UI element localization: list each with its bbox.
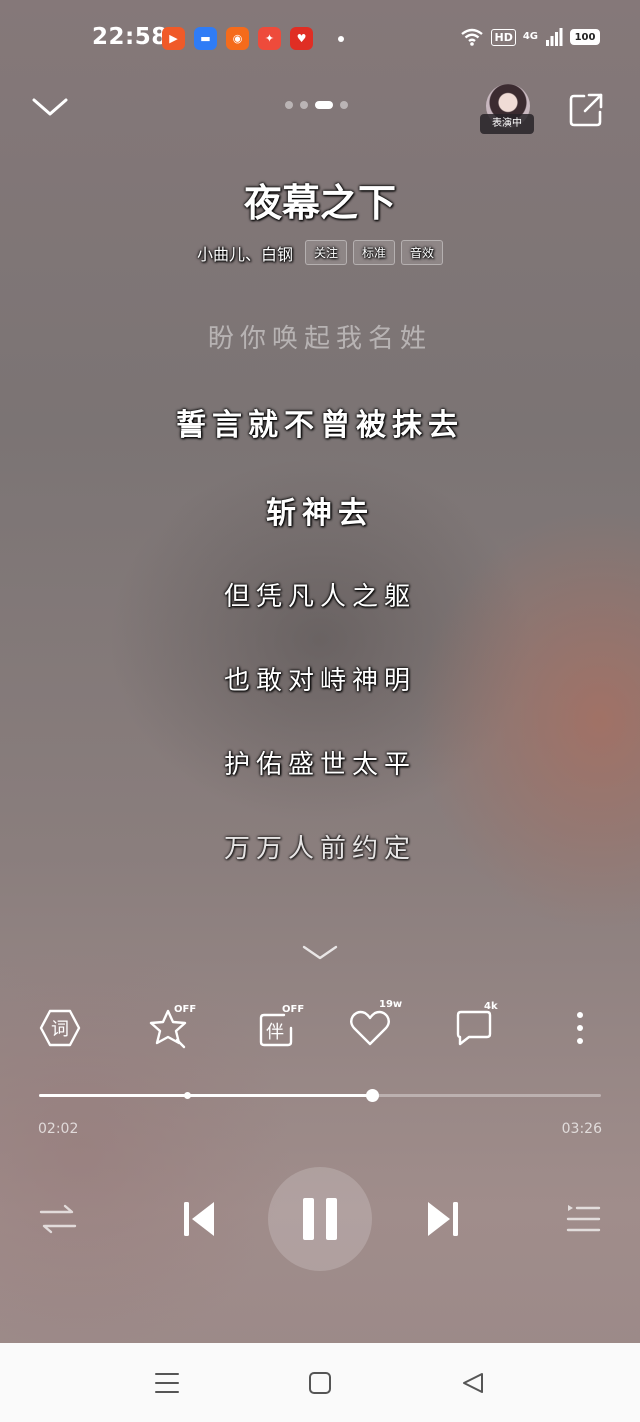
wifi-icon <box>461 28 484 46</box>
share-icon <box>569 93 603 127</box>
lyrics-toggle-button[interactable]: 词 <box>36 1004 84 1052</box>
repeat-order-icon <box>39 1204 77 1234</box>
expand-lyrics-button[interactable] <box>300 942 340 964</box>
lyric-line[interactable]: 斩神去 <box>0 488 640 532</box>
lyric-line-past[interactable]: 盼你唤起我名姓 <box>0 318 640 355</box>
heart-icon <box>350 1010 390 1046</box>
elapsed-time: 02:02 <box>38 1121 79 1137</box>
pause-button[interactable] <box>268 1167 372 1271</box>
lyric-line[interactable]: 万万人前约定 <box>0 828 640 865</box>
notification-app-icons: ▶ ▬ ◉ ✦ ♥ <box>162 27 344 50</box>
home-button[interactable] <box>302 1365 338 1401</box>
page-dot[interactable] <box>300 101 308 109</box>
triangle-back-icon <box>463 1373 483 1393</box>
progress-marker <box>183 1092 191 1099</box>
next-track-button[interactable] <box>422 1190 464 1248</box>
more-notifications-dot <box>338 35 344 42</box>
pinduoduo-icon: ♥ <box>290 27 313 50</box>
song-title: 夜幕之下 <box>243 180 396 225</box>
page-indicator[interactable] <box>285 101 348 109</box>
song-meta-row: 小曲儿、白钢 关注 标准 音效 <box>0 240 640 265</box>
progress-played <box>39 1094 372 1097</box>
taobao-icon: ◉ <box>226 27 249 50</box>
system-status-icons: HD 4G 100 <box>460 28 600 46</box>
artist-name[interactable]: 小曲儿、白钢 <box>197 241 293 265</box>
collapse-player-button[interactable] <box>30 92 70 122</box>
quality-button[interactable]: 标准 <box>353 240 396 265</box>
comments-button[interactable]: 4k <box>450 1001 498 1052</box>
skip-previous-icon <box>184 1202 214 1236</box>
page-dot[interactable] <box>340 101 348 109</box>
companion-label: 伴 <box>266 1022 284 1043</box>
battery-icon: 100 <box>570 29 600 45</box>
like-button[interactable]: 19w <box>346 999 402 1052</box>
lyric-line-current[interactable]: 誓言就不曾被抹去 <box>0 400 640 444</box>
page-dot-active[interactable] <box>315 101 333 109</box>
comment-count-badge: 4k <box>484 1001 498 1012</box>
companion-button[interactable]: 伴 OFF <box>252 1004 304 1052</box>
menu-icon <box>155 1373 179 1393</box>
lyric-line[interactable]: 也敢对峙神明 <box>0 660 640 697</box>
status-time: 22:58 <box>92 24 168 50</box>
avatar-status-label: 表演中 <box>480 114 534 134</box>
more-vertical-icon <box>577 1012 583 1044</box>
sound-effects-badge: OFF <box>174 1004 197 1015</box>
sound-effect-button[interactable]: 音效 <box>401 240 444 265</box>
more-options-button[interactable] <box>556 1004 604 1052</box>
pause-icon <box>303 1198 337 1240</box>
chevron-down-icon <box>302 945 338 960</box>
hd-icon: HD <box>491 28 516 46</box>
sound-effects-button[interactable]: OFF <box>144 1004 196 1052</box>
share-button[interactable] <box>568 92 604 128</box>
lyric-line[interactable]: 但凭凡人之躯 <box>0 576 640 613</box>
previous-track-button[interactable] <box>178 1190 220 1248</box>
game-icon: ✦ <box>258 27 281 50</box>
total-duration: 03:26 <box>561 1121 602 1137</box>
message-icon: ▬ <box>194 27 217 50</box>
progress-slider[interactable] <box>39 1089 601 1102</box>
like-count-badge: 19w <box>379 999 403 1010</box>
lyrics-toggle-label: 词 <box>51 1019 69 1040</box>
play-mode-button[interactable] <box>38 1190 78 1248</box>
progress-thumb[interactable] <box>365 1089 379 1102</box>
chevron-down-icon <box>32 98 68 116</box>
singer-avatar-button[interactable]: 表演中 <box>480 84 536 136</box>
square-icon <box>309 1372 331 1394</box>
back-button[interactable] <box>455 1365 491 1401</box>
recent-apps-button[interactable] <box>149 1365 185 1401</box>
system-navigation-bar <box>0 1343 640 1422</box>
page-dot[interactable] <box>285 101 293 109</box>
kuaishou-icon: ▶ <box>162 27 185 50</box>
skip-next-icon <box>428 1202 458 1236</box>
playlist-icon <box>566 1205 601 1232</box>
follow-button[interactable]: 关注 <box>304 240 347 265</box>
companion-badge: OFF <box>282 1004 305 1015</box>
signal-icon <box>546 28 563 46</box>
playlist-button[interactable] <box>564 1190 602 1248</box>
network-type: 4G <box>522 31 538 42</box>
lyric-line[interactable]: 护佑盛世太平 <box>0 744 640 781</box>
comment-icon <box>456 1010 492 1046</box>
